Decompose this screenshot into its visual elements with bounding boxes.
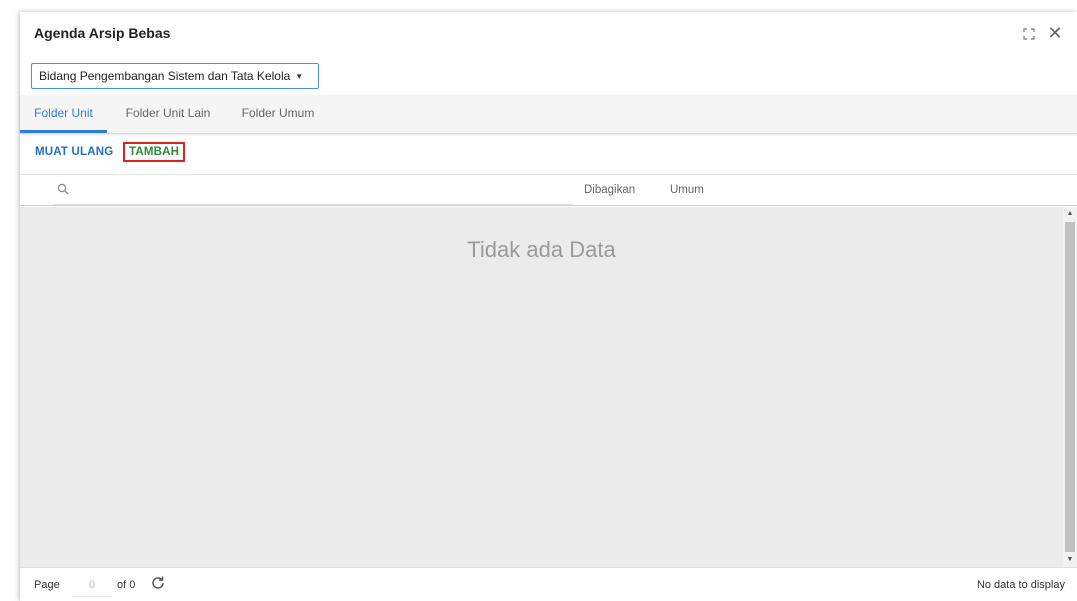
search-icon <box>57 183 69 195</box>
close-icon[interactable]: ✕ <box>1047 24 1063 42</box>
tab-folder-umum[interactable]: Folder Umum <box>235 95 321 133</box>
column-header-dibagikan[interactable]: Dibagikan <box>584 175 635 206</box>
search-input[interactable] <box>75 179 569 203</box>
pager-info: No data to display <box>976 579 1065 591</box>
add-button[interactable]: TAMBAH <box>123 142 186 162</box>
agenda-arsip-window: Agenda Arsip Bebas ✕ Bidang Pengembangan… <box>20 12 1077 601</box>
unit-select[interactable]: Bidang Pengembangan Sistem dan Tata Kelo… <box>31 63 319 89</box>
vertical-scrollbar[interactable]: ▲ ▼ <box>1063 207 1077 567</box>
tab-folder-unit[interactable]: Folder Unit <box>20 95 107 133</box>
column-header-umum[interactable]: Umum <box>670 175 704 206</box>
pagination-bar: Page of 0 No data to display <box>20 567 1077 601</box>
chevron-down-icon: ▼ <box>295 71 304 81</box>
title-bar: Agenda Arsip Bebas ✕ <box>20 12 1077 56</box>
page-number-input[interactable] <box>72 574 112 597</box>
scroll-down-icon[interactable]: ▼ <box>1063 553 1077 567</box>
empty-state-text: Tidak ada Data <box>467 237 616 262</box>
grid-header: Dibagikan Umum <box>20 174 1077 206</box>
toolbar: MUAT ULANG TAMBAH <box>20 138 1077 174</box>
page-label: Page <box>34 579 60 591</box>
page-total-label: of 0 <box>117 579 136 591</box>
window-title: Agenda Arsip Bebas <box>34 25 171 41</box>
maximize-icon[interactable] <box>1021 26 1037 42</box>
unit-select-value: Bidang Pengembangan Sistem dan Tata Kelo… <box>39 69 291 83</box>
tab-folder-unit-lain[interactable]: Folder Unit Lain <box>118 95 218 133</box>
tab-bar: Folder Unit Folder Unit Lain Folder Umum <box>20 95 1077 134</box>
search-field <box>53 175 573 205</box>
grid-body: Tidak ada Data <box>20 207 1063 567</box>
refresh-icon[interactable] <box>150 575 166 591</box>
scrollbar-thumb[interactable] <box>1065 222 1075 552</box>
reload-button[interactable]: MUAT ULANG <box>35 142 113 162</box>
scroll-up-icon[interactable]: ▲ <box>1063 207 1077 221</box>
